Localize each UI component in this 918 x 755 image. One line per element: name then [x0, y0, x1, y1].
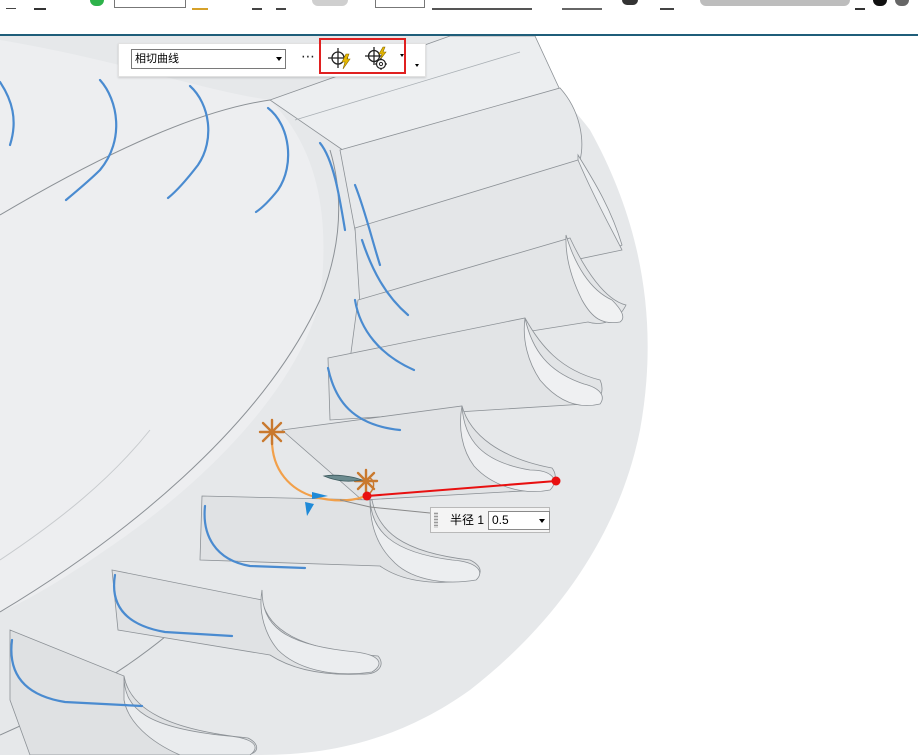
toolbar-icon[interactable]: [252, 0, 262, 10]
radius-value: 0.5: [492, 513, 509, 527]
anchor-star[interactable]: [353, 468, 379, 494]
graphics-viewport[interactable]: [0, 36, 918, 755]
toolbar-icon[interactable]: [895, 0, 909, 6]
radius-dimension-box: 半径 1 0.5: [430, 507, 550, 533]
toolbar-icon[interactable]: [312, 0, 348, 6]
toolbar-icon[interactable]: [90, 0, 104, 6]
curve-mini-toolbar: 相切曲线 ⋯: [118, 38, 426, 77]
radius-value-dropdown[interactable]: 0.5: [488, 511, 550, 530]
toolbar-icon[interactable]: [873, 0, 887, 6]
model-view: [0, 36, 648, 755]
toolbar-icon[interactable]: [34, 0, 46, 10]
chevron-down-icon[interactable]: [415, 64, 419, 67]
chevron-down-icon: [276, 57, 282, 61]
chevron-down-icon: [539, 519, 545, 523]
toolbar-icon[interactable]: [432, 0, 532, 10]
toolbar-icon[interactable]: [6, 0, 16, 9]
crosshair-lightning-icon[interactable]: [327, 45, 353, 71]
toolbar-field[interactable]: [375, 0, 425, 8]
drag-handle[interactable]: [551, 476, 561, 486]
toolbar-icon[interactable]: [276, 0, 286, 10]
drag-grip-icon[interactable]: [434, 512, 438, 528]
radius-label: 半径 1: [450, 513, 485, 527]
drag-handle[interactable]: [362, 491, 372, 501]
toolbar-icon[interactable]: [660, 0, 674, 10]
toolbar-icon[interactable]: [622, 0, 638, 5]
chevron-down-icon[interactable]: [400, 54, 404, 57]
toolbar-icon[interactable]: [192, 0, 208, 10]
toolbar-field[interactable]: [114, 0, 186, 8]
toolbar-icon[interactable]: [562, 0, 602, 10]
highlighted-command-group: [319, 38, 406, 74]
anchor-star[interactable]: [258, 418, 286, 446]
curve-type-dropdown[interactable]: 相切曲线: [131, 49, 286, 69]
more-options-button[interactable]: ⋯: [299, 48, 317, 68]
curve-type-value: 相切曲线: [135, 53, 179, 65]
crosshair-gear-lightning-icon[interactable]: [365, 45, 391, 71]
toolbar-icon[interactable]: [700, 0, 850, 6]
main-toolbar: [0, 0, 918, 34]
toolbar-icon[interactable]: [855, 0, 865, 10]
